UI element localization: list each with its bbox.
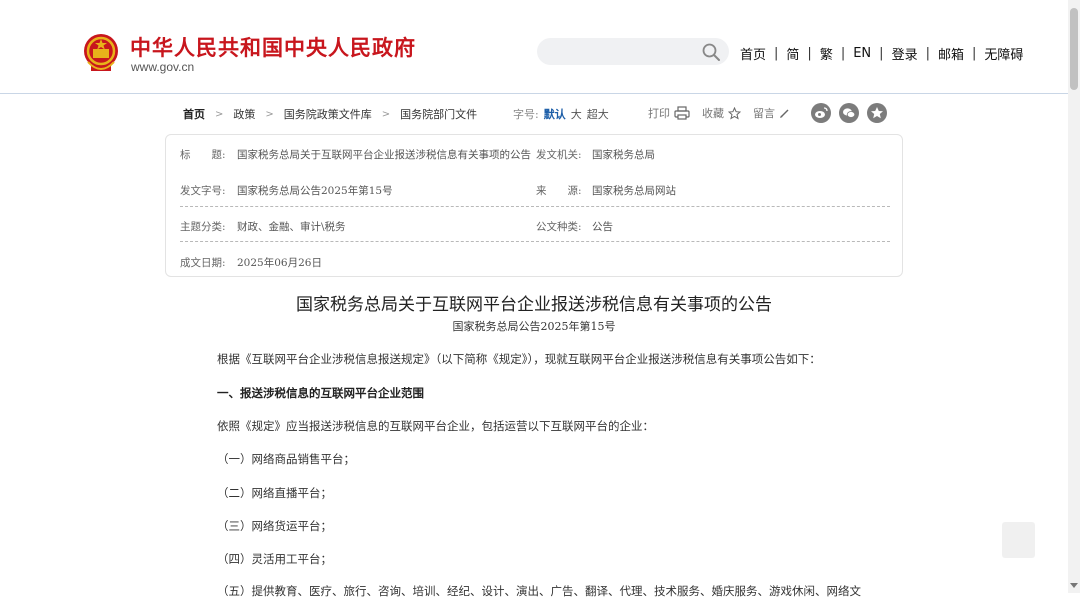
info-label-title: 标 题: (180, 149, 226, 161)
info-label-issuer: 发文机关: (536, 149, 582, 161)
nav-home[interactable]: 首页 (740, 44, 766, 63)
site-header: 中华人民共和国中央人民政府 www.gov.cn 首页 | 简 | 繁 | EN… (0, 0, 1068, 94)
top-nav: 首页 | 简 | 繁 | EN | 登录 | 邮箱 | 无障碍 (740, 44, 1023, 63)
info-value-issuer: 国家税务总局 (592, 149, 655, 161)
breadcrumb-arrow-icon: > (215, 108, 224, 120)
article-doc-number: 国家税务总局公告2025年第15号 (452, 320, 616, 333)
article-section-heading: 一、报送涉税信息的互联网平台企业范围 (217, 386, 424, 400)
site-domain: www.gov.cn (131, 60, 195, 74)
scroll-down-arrow-icon[interactable] (1070, 583, 1078, 589)
print-label: 打印 (648, 107, 670, 120)
nav-separator: | (971, 46, 977, 61)
star-icon[interactable] (867, 103, 887, 123)
info-divider (180, 241, 890, 242)
info-value-title: 国家税务总局关于互联网平台企业报送涉税信息有关事项的公告 (237, 149, 531, 161)
nav-traditional[interactable]: 繁 (820, 44, 833, 63)
comment-label: 留言 (753, 107, 775, 120)
search-icon[interactable] (701, 42, 721, 62)
article-title: 国家税务总局关于互联网平台企业报送涉税信息有关事项的公告 (296, 295, 772, 315)
breadcrumb-home[interactable]: 首页 (183, 106, 205, 122)
article-paragraph: 根据《互联网平台企业涉税信息报送规定》（以下简称《规定》），现就互联网平台企业报… (217, 352, 821, 366)
breadcrumb-department-docs[interactable]: 国务院部门文件 (400, 106, 477, 122)
document-info-table: 标 题: 国家税务总局关于互联网平台企业报送涉税信息有关事项的公告 发文机关: … (165, 134, 903, 277)
info-row: 发文字号: 国家税务总局公告2025年第15号 来 源: 国家税务总局网站 (180, 171, 888, 205)
breadcrumb-arrow-icon: > (381, 108, 391, 120)
print-button[interactable]: 打印 (648, 105, 690, 121)
info-row: 标 题: 国家税务总局关于互联网平台企业报送涉税信息有关事项的公告 发文机关: … (180, 135, 888, 169)
nav-simplified[interactable]: 简 (786, 44, 799, 63)
printer-icon (674, 106, 690, 120)
font-size-label: 字号: (513, 108, 539, 121)
star-outline-icon (728, 106, 741, 120)
nav-accessibility[interactable]: 无障碍 (984, 44, 1023, 63)
national-emblem-icon[interactable] (82, 32, 120, 74)
nav-mail[interactable]: 邮箱 (938, 44, 964, 63)
font-size-control: 字号: 默认 大 超大 (513, 106, 614, 122)
info-value-source: 国家税务总局网站 (592, 185, 676, 197)
info-label-doc-type: 公文种类: (536, 221, 582, 233)
info-row: 主题分类: 财政、金融、审计\税务 公文种类: 公告 (180, 207, 888, 241)
article-tools: 打印 收藏 留言 (648, 105, 802, 121)
breadcrumb: 首页 > 政策 > 国务院政策文件库 > 国务院部门文件 (183, 106, 477, 122)
wechat-icon[interactable] (839, 103, 859, 123)
nav-separator: | (840, 46, 846, 61)
scrollbar-thumb[interactable] (1070, 8, 1078, 90)
favorite-button[interactable]: 收藏 (702, 105, 741, 121)
nav-separator: | (879, 46, 884, 61)
font-size-large[interactable]: 大 (571, 106, 582, 122)
nav-separator: | (807, 46, 812, 61)
article-list-item: （五）提供教育、医疗、旅行、咨询、培训、经纪、设计、演出、广告、翻译、代理、技术… (217, 584, 861, 598)
info-value-date: 2025年06月26日 (237, 257, 322, 269)
font-size-extra-large[interactable]: 超大 (587, 106, 609, 122)
article-list-item: （三）网络货运平台； (217, 519, 332, 533)
site-title[interactable]: 中华人民共和国中央人民政府 (130, 32, 416, 62)
info-label-date: 成文日期: (180, 257, 226, 269)
weibo-icon[interactable] (811, 103, 831, 123)
breadcrumb-policy-library[interactable]: 国务院政策文件库 (284, 106, 372, 122)
article-paragraph: 依照《规定》应当报送涉税信息的互联网平台企业，包括运营以下互联网平台的企业： (217, 419, 654, 433)
info-value-doc-type: 公告 (592, 221, 613, 233)
breadcrumb-arrow-icon: > (265, 108, 274, 120)
font-size-default[interactable]: 默认 (544, 106, 566, 122)
article-list-item: （一）网络商品销售平台； (217, 452, 355, 466)
info-label-source: 来 源: (536, 185, 582, 197)
nav-separator: | (925, 46, 930, 61)
info-value-doc-number: 国家税务总局公告2025年第15号 (237, 185, 393, 197)
article-list-item: （二）网络直播平台； (217, 486, 332, 500)
breadcrumb-policy[interactable]: 政策 (233, 106, 255, 122)
info-label-category: 主题分类: (180, 221, 226, 233)
back-to-top-button[interactable] (1002, 522, 1035, 558)
comment-button[interactable]: 留言 (753, 105, 790, 121)
favorite-label: 收藏 (702, 107, 724, 120)
article-list-item: （四）灵活用工平台； (217, 552, 332, 566)
nav-english[interactable]: EN (853, 46, 871, 61)
info-value-category: 财政、金融、审计\税务 (237, 221, 346, 233)
info-row: 成文日期: 2025年06月26日 (180, 243, 888, 277)
nav-separator: | (774, 46, 779, 61)
pencil-icon (780, 109, 789, 118)
nav-login[interactable]: 登录 (892, 44, 918, 63)
info-label-doc-number: 发文字号: (180, 185, 226, 197)
